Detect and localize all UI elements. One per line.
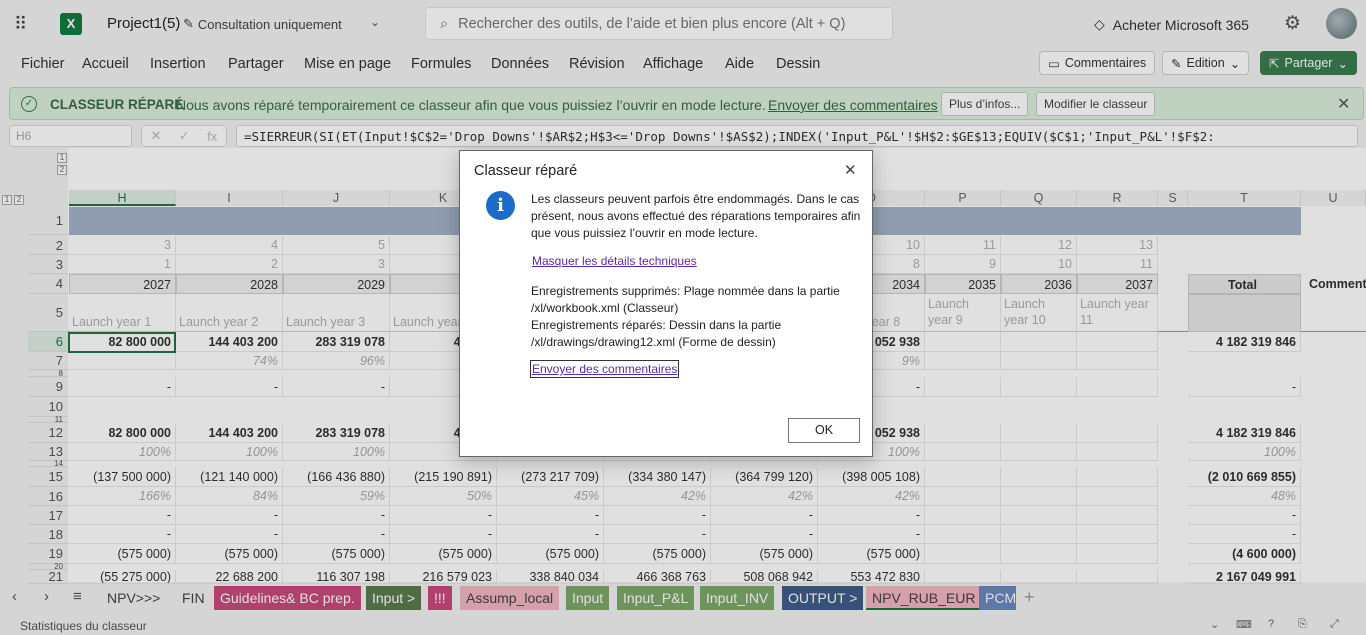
removed-records: Enregistrements supprimés: Plage nommée … <box>531 284 840 315</box>
info-icon: i <box>486 191 515 220</box>
dialog-title: Classeur réparé <box>474 163 578 179</box>
repaired-workbook-dialog: Classeur réparé ✕ i Les classeurs peuven… <box>459 150 873 457</box>
repaired-records: Enregistrements réparés: Dessin dans la … <box>531 318 782 349</box>
ok-button[interactable]: OK <box>788 418 860 443</box>
dialog-intro: Les classeurs peuvent parfois être endom… <box>531 192 861 240</box>
hide-details-link[interactable]: Masquer les détails techniques <box>532 254 697 268</box>
close-icon[interactable]: ✕ <box>844 161 857 179</box>
send-feedback-link[interactable]: Envoyer des commentaires <box>529 360 680 378</box>
